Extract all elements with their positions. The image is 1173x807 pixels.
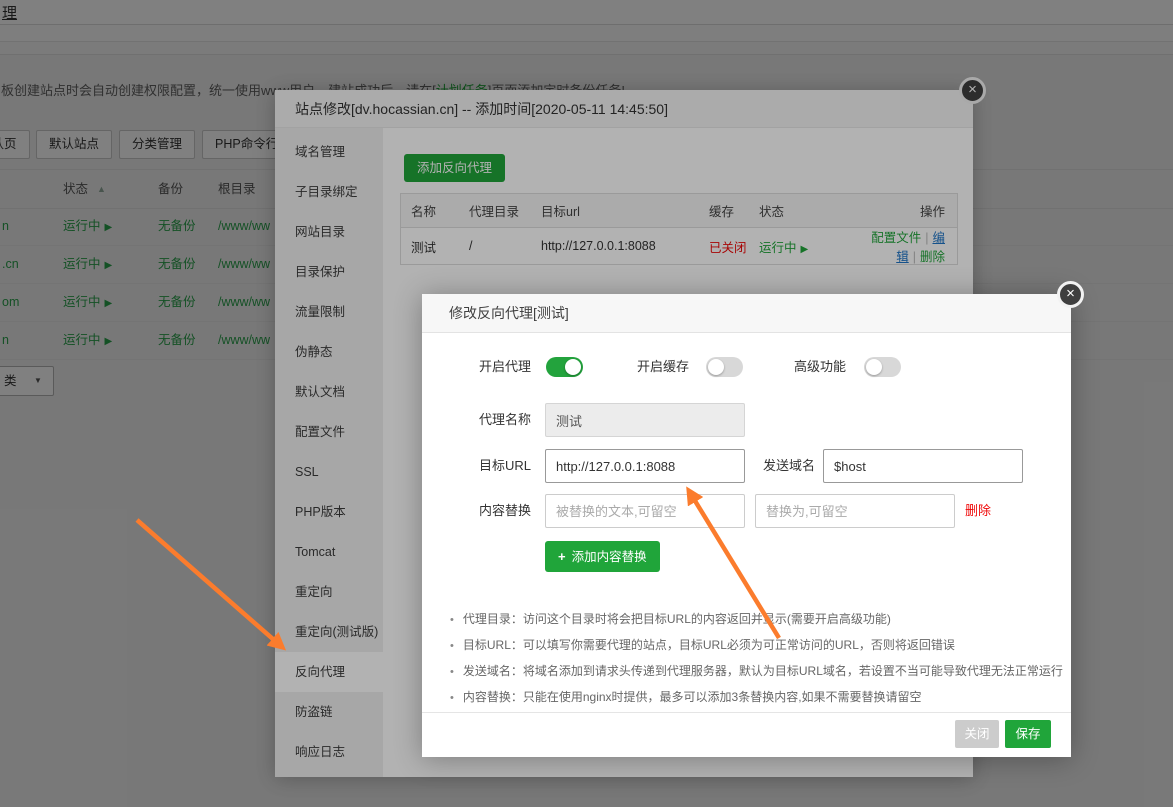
save-button[interactable]: 保存	[1005, 720, 1051, 748]
replace-to-field[interactable]	[755, 494, 955, 528]
send-domain-field[interactable]	[823, 449, 1023, 483]
target-url-label: 目标URL	[479, 449, 531, 483]
edit-reverse-proxy-modal: 修改反向代理[测试] × 开启代理 开启缓存 高级功能 代理名称 目标URL 发…	[422, 294, 1071, 757]
close-button[interactable]: 关闭	[955, 720, 999, 748]
bullet-icon: •	[450, 666, 454, 678]
enable-cache-label: 开启缓存	[637, 357, 689, 377]
proxy-modal-title: 修改反向代理[测试]	[449, 294, 569, 333]
tip-send-domain: •发送域名：将域名添加到请求头传递到代理服务器，默认为目标URL域名，若设置不当…	[450, 663, 1063, 680]
delete-replace-link[interactable]: 删除	[965, 494, 991, 528]
toggle-knob	[565, 359, 581, 375]
bullet-icon: •	[450, 640, 454, 652]
advanced-feature-label: 高级功能	[794, 357, 846, 377]
target-url-field[interactable]	[545, 449, 745, 483]
toggle-knob	[708, 359, 724, 375]
send-domain-label: 发送域名	[763, 449, 815, 483]
content-replace-label: 内容替换	[479, 494, 531, 528]
replace-from-field[interactable]	[545, 494, 745, 528]
proxy-modal-footer: 关闭 保存	[422, 712, 1071, 757]
tip-proxy-dir: •代理目录：访问这个目录时将会把目标URL的内容返回并显示(需要开启高级功能)	[450, 611, 891, 628]
plus-icon: +	[558, 549, 566, 564]
enable-proxy-label: 开启代理	[479, 357, 531, 377]
tip-target-url: •目标URL：可以填写你需要代理的站点，目标URL必须为可正常访问的URL，否则…	[450, 637, 955, 654]
toggle-knob	[866, 359, 882, 375]
proxy-name-label: 代理名称	[479, 403, 531, 437]
close-icon[interactable]: ×	[1057, 281, 1084, 308]
enable-proxy-toggle[interactable]	[546, 357, 583, 377]
tip-content-replace: •内容替换：只能在使用nginx时提供，最多可以添加3条替换内容,如果不需要替换…	[450, 689, 922, 706]
screen: 理 板创建站点时会自动创建权限配置，统一使用www用户，建站成功后，请在[计划任…	[0, 0, 1173, 807]
bullet-icon: •	[450, 692, 454, 704]
advanced-feature-toggle[interactable]	[864, 357, 901, 377]
proxy-name-field	[545, 403, 745, 437]
enable-cache-toggle[interactable]	[706, 357, 743, 377]
proxy-modal-titlebar: 修改反向代理[测试]	[422, 294, 1071, 333]
add-content-replace-button[interactable]: +添加内容替换	[545, 541, 660, 572]
bullet-icon: •	[450, 614, 454, 626]
